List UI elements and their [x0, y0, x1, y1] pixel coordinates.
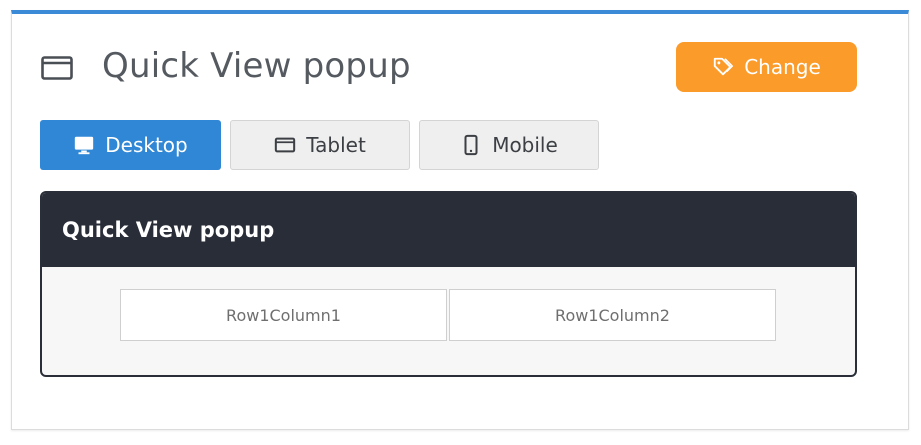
change-button[interactable]: Change	[676, 42, 857, 92]
preview-title: Quick View popup	[42, 193, 855, 267]
tags-icon	[714, 57, 734, 76]
preview-column-1[interactable]: Row1Column1	[120, 289, 447, 341]
layout-preview: Quick View popup Row1Column1 Row1Column2	[40, 191, 857, 377]
change-button-label: Change	[744, 55, 821, 79]
page-title: Quick View popup	[102, 46, 411, 86]
window-icon	[41, 56, 73, 80]
tablet-icon	[275, 137, 296, 153]
tab-mobile[interactable]: Mobile	[419, 120, 599, 170]
preview-column-2[interactable]: Row1Column2	[449, 289, 776, 341]
tab-mobile-label: Mobile	[492, 133, 558, 157]
preview-row: Row1Column1 Row1Column2	[120, 289, 776, 341]
mobile-icon	[464, 134, 478, 156]
tab-desktop[interactable]: Desktop	[40, 120, 221, 170]
tab-desktop-label: Desktop	[105, 133, 188, 157]
tab-tablet-label: Tablet	[306, 133, 366, 157]
desktop-icon	[75, 136, 94, 155]
device-tabs: Desktop Tablet Mobile	[40, 120, 599, 170]
tab-tablet[interactable]: Tablet	[230, 120, 410, 170]
